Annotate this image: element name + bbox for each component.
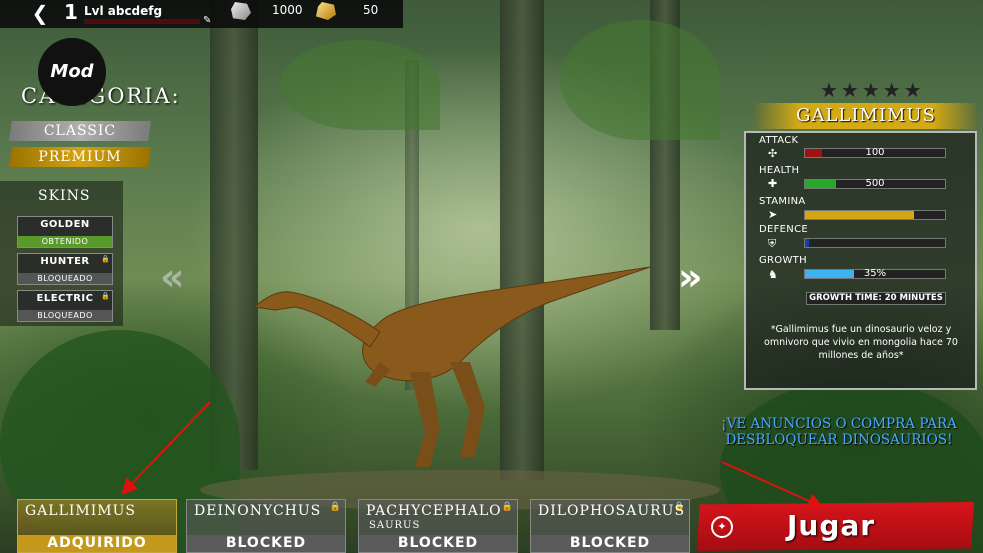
play-button[interactable]: ✦ Jugar <box>697 502 974 551</box>
stat-value: 35% <box>863 268 887 279</box>
stat-bar-health: 500 <box>804 178 946 189</box>
skin-status: BLOQUEADO <box>18 310 112 321</box>
stat-fill <box>805 239 810 247</box>
attack-claw-icon: ✣ <box>768 147 778 160</box>
foliage <box>560 20 720 140</box>
skins-title: SKINS <box>38 188 91 204</box>
defence-shield-icon: ⛨ <box>768 237 777 250</box>
next-dino-arrow-icon[interactable]: » <box>678 258 703 296</box>
back-button[interactable]: ❮ <box>28 2 52 24</box>
card-status: BLOCKED <box>187 535 345 552</box>
xp-bar <box>84 19 200 24</box>
stamina-dino-icon: ➤ <box>768 208 778 221</box>
stat-value: 100 <box>865 147 885 158</box>
dino-card-deinonychus[interactable]: 🔒 DEINONYCHUS BLOCKED <box>186 499 346 553</box>
card-name: DILOPHOSAURUS <box>538 503 686 519</box>
stat-bar-stamina <box>804 210 946 220</box>
health-cross-icon: ✚ <box>768 177 778 190</box>
skin-status: OBTENIDO <box>18 236 112 247</box>
stat-fill <box>805 211 915 219</box>
stat-bar-attack: 100 <box>804 147 946 158</box>
dino-card-pachycephalosaurus[interactable]: 🔒 PACHYCEPHALO SAURUS BLOCKED <box>358 499 518 553</box>
stone-amount: 1000 <box>272 3 303 17</box>
skin-status: BLOQUEADO <box>18 273 112 284</box>
card-name: DEINONYCHUS <box>194 503 322 519</box>
stat-label-defence: DEFENCE <box>759 224 808 235</box>
skin-hunter[interactable]: 🔒 HUNTER BLOQUEADO <box>17 253 113 285</box>
lock-icon: 🔒 <box>329 502 341 512</box>
edit-name-icon[interactable]: ✎ <box>203 15 211 26</box>
category-classic-button[interactable]: CLASSIC <box>9 121 151 141</box>
mod-badge: Mod <box>38 38 106 106</box>
stat-bar-growth: 35% <box>804 268 946 279</box>
lock-icon: 🔒 <box>501 502 513 512</box>
gold-amount: 50 <box>363 3 379 17</box>
stat-value: 500 <box>865 178 885 189</box>
dino-card-dilophosaurus[interactable]: 🔒 DILOPHOSAURUS BLOCKED <box>530 499 690 553</box>
stats-panel: ATTACK ✣ 100 HEALTH ✚ 500 STAMINA ➤ DEFE… <box>744 131 977 390</box>
player-name: Lvl abcdefg <box>84 4 163 18</box>
card-status: BLOCKED <box>531 535 689 552</box>
play-label: Jugar <box>787 509 876 542</box>
back-arrow-icon: ❮ <box>31 1 49 25</box>
growth-time: GROWTH TIME: 20 MINUTES <box>806 292 946 305</box>
claw-mark-icon: ✦ <box>711 516 733 538</box>
skin-electric[interactable]: 🔒 ELECTRIC BLOQUEADO <box>17 290 113 322</box>
dino-name-banner: GALLIMIMUS <box>754 103 978 129</box>
card-status: ADQUIRIDO <box>18 535 176 552</box>
skin-name: ELECTRIC <box>36 293 94 304</box>
stone-currency-icon <box>231 2 251 20</box>
player-level: 1 <box>64 0 78 24</box>
dinosaur-model <box>253 266 651 467</box>
stat-label-health: HEALTH <box>759 165 800 176</box>
gold-currency-icon <box>316 2 336 20</box>
card-name: PACHYCEPHALO <box>366 503 502 519</box>
stat-label-stamina: STAMINA <box>759 196 806 207</box>
unlock-promo-text: ¡VE ANUNCIOS O COMPRA PARA DESBLOQUEAR D… <box>721 416 957 448</box>
card-status: BLOCKED <box>359 535 517 552</box>
stat-label-growth: GROWTH <box>759 255 807 266</box>
category-premium-button[interactable]: PREMIUM <box>9 147 151 167</box>
previous-dino-arrow-icon[interactable]: « <box>160 258 185 296</box>
growth-dino-icon: ♞ <box>768 268 778 281</box>
skin-name: GOLDEN <box>40 219 90 230</box>
card-name: GALLIMIMUS <box>25 503 137 519</box>
stat-label-attack: ATTACK <box>759 135 799 146</box>
stat-bar-defence <box>804 238 946 248</box>
dino-rating-stars: ★★★★★ <box>820 78 925 102</box>
top-bar: ❮ 1 Lvl abcdefg ✎ 1000 50 <box>0 0 403 28</box>
card-name-line2: SAURUS <box>369 520 421 531</box>
dino-description: *Gallimimus fue un dinosaurio veloz y om… <box>764 324 958 361</box>
skin-name: HUNTER <box>40 256 90 267</box>
skin-golden[interactable]: GOLDEN OBTENIDO <box>17 216 113 248</box>
foliage <box>280 40 440 130</box>
dino-card-gallimimus[interactable]: GALLIMIMUS ADQUIRIDO <box>17 499 177 553</box>
